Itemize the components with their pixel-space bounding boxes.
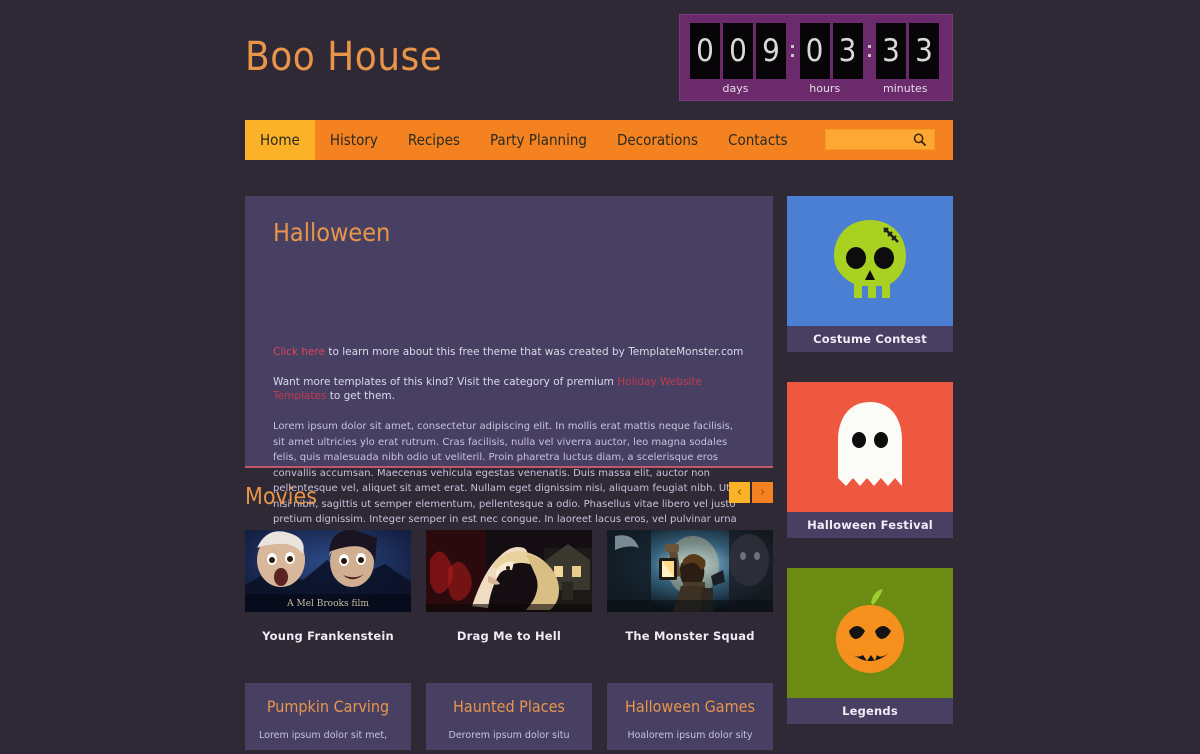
promo-line-2-pre: Want more templates of this kind? Visit … [273, 375, 618, 388]
sidebar-caption: Costume Contest [787, 326, 953, 352]
sidebar-block-halloween-festival[interactable]: Halloween Festival [787, 382, 953, 538]
card-title: Pumpkin Carving [266, 697, 390, 716]
movie-item[interactable]: Drag Me to Hell [426, 530, 592, 643]
movies-section-header: Movies ‹ › [245, 482, 773, 520]
card-text: Derorem ipsum dolor situ [448, 730, 570, 741]
movie-title: The Monster Squad [625, 629, 755, 643]
site-header: Boo House 0 0 9 0 3 3 3 days hours minut… [0, 0, 1200, 118]
countdown-minutes-group: 3 3 [876, 23, 942, 79]
movie-item[interactable]: A Mel Brooks film Young Frankenstein [245, 530, 411, 643]
sidebar-block-legends[interactable]: Legends [787, 568, 953, 724]
movies-title: Movies [245, 484, 318, 510]
countdown-label-hours: hours [809, 82, 841, 95]
pumpkin-icon[interactable] [787, 568, 953, 698]
countdown-digit: 0 [690, 23, 720, 79]
countdown-days-group: 0 0 9 [690, 23, 789, 79]
card-title: Haunted Places [453, 697, 565, 716]
countdown-label-minutes: minutes [883, 82, 928, 95]
promo-line-2-post: to get them. [326, 390, 395, 403]
body-paragraph: Lorem ipsum dolor sit amet, consectetur … [273, 421, 737, 541]
promo-line-1-rest: to learn more about this free theme that… [325, 346, 744, 358]
page-title: Halloween [273, 218, 391, 247]
nav-item-decorations[interactable]: Decorations [602, 120, 713, 160]
countdown-digit: 3 [832, 23, 863, 79]
feature-card-pumpkin-carving[interactable]: Pumpkin Carving Lorem ipsum dolor sit me… [245, 683, 411, 750]
nav-item-contacts[interactable]: Contacts [713, 120, 803, 160]
site-logo[interactable]: Boo House [245, 34, 442, 80]
main-navigation: Home History Recipes Party Planning Deco… [245, 120, 953, 160]
sidebar: Costume Contest Halloween Festival Legen… [787, 196, 953, 754]
countdown-timer: 0 0 9 0 3 3 3 days hours minutes [679, 14, 953, 101]
promo-line-1: Click here to learn more about this free… [273, 345, 745, 360]
countdown-digit: 3 [909, 23, 939, 79]
movies-list: A Mel Brooks film Young Frankenstein Dra… [245, 530, 773, 643]
countdown-separator-icon [789, 23, 797, 79]
countdown-separator-icon [866, 23, 874, 79]
carousel-prev-button[interactable]: ‹ [729, 482, 750, 503]
countdown-digit: 0 [723, 23, 753, 79]
sidebar-caption: Legends [787, 698, 953, 724]
card-text: Lorem ipsum dolor sit met, [259, 730, 388, 741]
card-text: Hoalorem ipsum dolor sity [627, 730, 753, 741]
search-icon[interactable] [912, 132, 928, 148]
svg-text:A Mel Brooks film: A Mel Brooks film [286, 599, 369, 609]
countdown-digit: 3 [876, 23, 906, 79]
countdown-labels: days hours minutes [690, 80, 942, 102]
countdown-digits: 0 0 9 0 3 3 3 [690, 23, 942, 79]
movie-title: Young Frankenstein [262, 629, 394, 643]
skull-icon[interactable] [787, 196, 953, 326]
nav-item-history[interactable]: History [315, 120, 393, 160]
nav-item-home[interactable]: Home [245, 120, 315, 160]
countdown-label-days: days [722, 82, 749, 95]
nav-item-party-planning[interactable]: Party Planning [475, 120, 602, 160]
page-root: Boo House 0 0 9 0 3 3 3 days hours minut… [0, 0, 1200, 750]
card-title: Halloween Games [625, 697, 755, 716]
movie-thumbnail-the-monster-squad[interactable] [607, 530, 773, 612]
movie-item[interactable]: The Monster Squad [607, 530, 773, 643]
feature-card-halloween-games[interactable]: Halloween Games Hoalorem ipsum dolor sit… [607, 683, 773, 750]
search-box[interactable] [825, 129, 935, 152]
nav-item-recipes[interactable]: Recipes [393, 120, 475, 160]
movie-thumbnail-young-frankenstein[interactable]: A Mel Brooks film [245, 530, 411, 612]
ghost-icon[interactable] [787, 382, 953, 512]
feature-card-haunted-places[interactable]: Haunted Places Derorem ipsum dolor situ [426, 683, 592, 750]
countdown-digit: 0 [799, 23, 830, 79]
sidebar-block-costume-contest[interactable]: Costume Contest [787, 196, 953, 352]
click-here-link[interactable]: Click here [273, 346, 325, 358]
sidebar-caption: Halloween Festival [787, 512, 953, 538]
search-input[interactable] [826, 132, 910, 152]
movie-thumbnail-drag-me-to-hell[interactable] [426, 530, 592, 612]
carousel-next-button[interactable]: › [752, 482, 773, 503]
content-panel: Halloween Click here to learn more about… [245, 196, 773, 541]
promo-block: Click here to learn more about this free… [273, 345, 745, 404]
feature-cards: Pumpkin Carving Lorem ipsum dolor sit me… [245, 683, 773, 750]
movies-carousel-controls: ‹ › [729, 482, 773, 503]
countdown-digit: 9 [756, 23, 786, 79]
movie-title: Drag Me to Hell [456, 629, 562, 643]
promo-line-2: Want more templates of this kind? Visit … [273, 375, 745, 404]
countdown-hours-group: 0 3 [799, 23, 866, 79]
search-area [825, 129, 935, 152]
